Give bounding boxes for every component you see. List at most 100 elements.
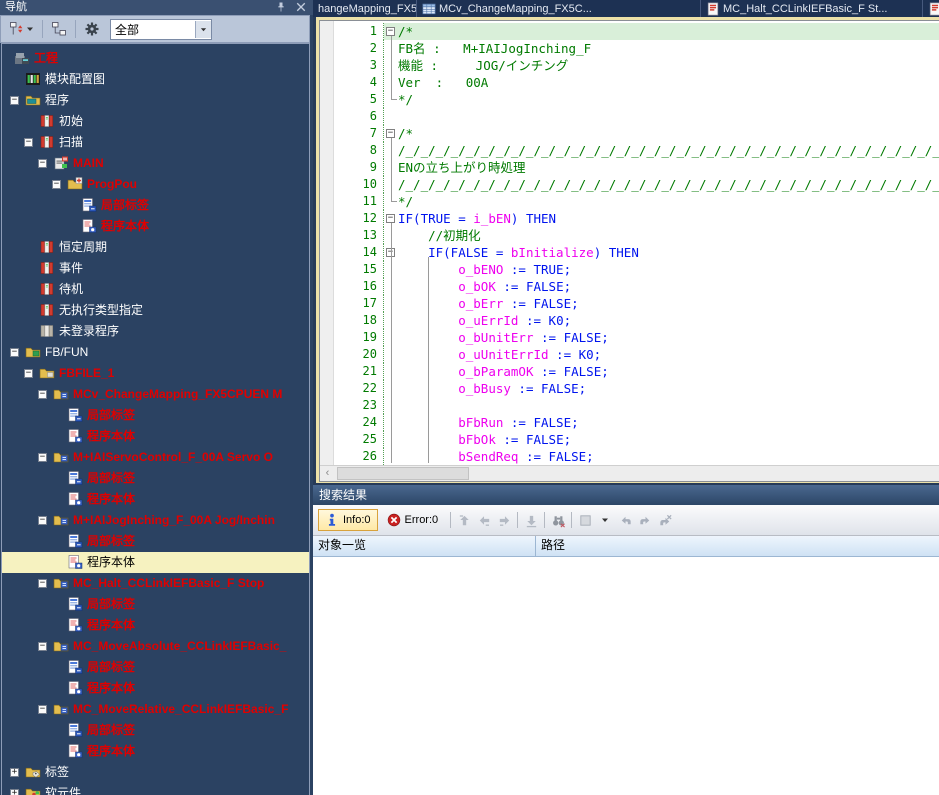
navigation-title: 导航 xyxy=(5,1,27,13)
tree-item-label: 待机 xyxy=(59,282,83,297)
tree-item[interactable]: 程序本体 xyxy=(2,489,309,510)
tree-item[interactable]: 程序本体 xyxy=(2,216,309,237)
pin-icon[interactable] xyxy=(275,1,287,13)
tree-item[interactable]: 待机 xyxy=(2,279,309,300)
horizontal-scrollbar[interactable]: ‹ xyxy=(320,465,939,481)
scrollbar-thumb[interactable] xyxy=(337,467,469,480)
tree-item[interactable]: −MC_Halt_CCLinkIEFBasic_F Stop xyxy=(2,573,309,594)
tree-item[interactable]: −MC_MoveAbsolute_CCLinkIEFBasic_ xyxy=(2,636,309,657)
tree-item[interactable]: 局部标签 xyxy=(2,657,309,678)
jump-forward-icon[interactable] xyxy=(494,510,514,530)
st-editor: 1−/*2FB名 : M+IAIJogInching_F3機能 : JOG/イン… xyxy=(319,20,939,482)
collapse-box-icon[interactable]: − xyxy=(38,390,47,399)
code-line: 15 o_bENO := TRUE; xyxy=(334,261,939,278)
collapse-box-icon[interactable]: − xyxy=(38,705,47,714)
dropdown-arrow-button[interactable] xyxy=(195,21,211,38)
column-header-path[interactable]: 路径 xyxy=(536,536,939,556)
tree-display-options-button[interactable] xyxy=(5,18,38,40)
search-results-body[interactable] xyxy=(313,557,939,795)
tree-item[interactable]: 局部标签 xyxy=(2,594,309,615)
tree-item[interactable]: 工程 xyxy=(2,48,309,69)
tree-item[interactable]: 局部标签 xyxy=(2,531,309,552)
tree-item[interactable]: −程序 xyxy=(2,90,309,111)
fold-collapse-icon[interactable]: − xyxy=(386,129,395,138)
tree-item[interactable]: 局部标签 xyxy=(2,720,309,741)
tree-item[interactable]: −MC_MoveRelative_CCLinkIEFBasic_F xyxy=(2,699,309,720)
document-tab[interactable]: MC_Halt_CCLinkIEFBasic_F St... xyxy=(701,0,923,17)
collapse-box-icon[interactable]: − xyxy=(38,516,47,525)
tree-item-label: 事件 xyxy=(59,261,83,276)
tree-item-label: 局部标签 xyxy=(87,408,135,423)
tree-item[interactable]: 局部标签 xyxy=(2,468,309,489)
settings-button[interactable] xyxy=(80,18,104,40)
error-filter-button[interactable]: Error:0 xyxy=(380,509,446,531)
tree-item[interactable]: 程序本体 xyxy=(2,552,309,573)
tree-item[interactable]: 程序本体 xyxy=(2,615,309,636)
program-body-icon xyxy=(67,428,83,444)
collapse-box-icon[interactable]: − xyxy=(38,642,47,651)
tree-item[interactable]: −MCv_ChangeMapping_FX5CPUEN M xyxy=(2,384,309,405)
tree-item[interactable]: 程序本体 xyxy=(2,741,309,762)
code-line: 12−IF(TRUE = i_bEN) THEN xyxy=(334,210,939,227)
code-line: 13 //初期化 xyxy=(334,227,939,244)
tree-item[interactable]: −M+IAIJogInching_F_00A Jog/Inchin xyxy=(2,510,309,531)
st-editor-window: 1−/*2FB名 : M+IAIJogInching_F3機能 : JOG/イン… xyxy=(316,17,939,483)
column-header-object-list[interactable]: 对象一览 xyxy=(313,536,536,556)
close-icon[interactable] xyxy=(295,1,307,13)
fold-collapse-icon[interactable]: − xyxy=(386,214,395,223)
caret-down-icon[interactable] xyxy=(595,510,615,530)
tree-item[interactable]: 恒定周期 xyxy=(2,237,309,258)
tree-item-label: 扫描 xyxy=(59,135,83,150)
tree-item[interactable]: −ProgPou xyxy=(2,174,309,195)
jump-last-icon[interactable] xyxy=(521,510,541,530)
tree-item[interactable]: − 扫描 xyxy=(2,132,309,153)
collapse-box-icon[interactable]: − xyxy=(10,96,19,105)
stop-find-icon[interactable] xyxy=(655,510,675,530)
find-icon[interactable] xyxy=(548,510,568,530)
line-number: 7 xyxy=(334,125,384,142)
collapse-all-button[interactable] xyxy=(47,18,71,40)
tree-filter-dropdown[interactable]: 全部 xyxy=(110,19,212,40)
tree-item[interactable]: −M+IAIServoControl_F_00A Servo O xyxy=(2,447,309,468)
tree-item[interactable]: +软元件 xyxy=(2,783,309,795)
tree-item[interactable]: 无执行类型指定 xyxy=(2,300,309,321)
collapse-box-icon[interactable]: − xyxy=(38,579,47,588)
tree-item[interactable]: −FBFILE_1 xyxy=(2,363,309,384)
tree-item[interactable]: 模块配置图 xyxy=(2,69,309,90)
collapse-box-icon[interactable]: − xyxy=(10,348,19,357)
line-number: 17 xyxy=(334,295,384,312)
tree-item[interactable]: 程序本体 xyxy=(2,678,309,699)
tree-item[interactable]: 局部标签 xyxy=(2,195,309,216)
collapse-box-icon[interactable]: − xyxy=(38,159,47,168)
jump-up-icon[interactable] xyxy=(454,510,474,530)
tree-item[interactable]: −MAIN xyxy=(2,153,309,174)
collapse-box-icon[interactable]: − xyxy=(24,369,33,378)
document-tab[interactable]: hangeMapping_FX5C... xyxy=(313,0,417,17)
scroll-left-arrow-icon[interactable]: ‹ xyxy=(320,466,335,481)
toolbar-separator xyxy=(517,512,518,528)
document-tab[interactable]: MCv_ChangeMapping_FX5C... xyxy=(417,0,701,17)
tree-item[interactable]: 程序本体 xyxy=(2,426,309,447)
tree-item[interactable]: 事件 xyxy=(2,258,309,279)
collapse-box-icon[interactable]: − xyxy=(52,180,61,189)
fold-collapse-icon[interactable]: − xyxy=(386,27,395,36)
gx-works3-window: 导航 全部 工程模块配置图−程序初始 − 扫描 −MAIN xyxy=(0,0,939,795)
tree-item[interactable]: 未登录程序 xyxy=(2,321,309,342)
jump-back-icon[interactable] xyxy=(474,510,494,530)
tree-item[interactable]: +标签 xyxy=(2,762,309,783)
tree-item[interactable]: 局部标签 xyxy=(2,405,309,426)
code-lines[interactable]: 1−/*2FB名 : M+IAIJogInching_F3機能 : JOG/イン… xyxy=(334,21,939,465)
code-line: 5*/ xyxy=(334,91,939,108)
expand-box-icon[interactable]: + xyxy=(10,789,19,795)
collapse-box-icon[interactable]: − xyxy=(24,138,33,147)
back-icon[interactable] xyxy=(615,510,635,530)
forward-icon[interactable] xyxy=(635,510,655,530)
local-label-icon xyxy=(67,407,83,423)
tree-item[interactable]: −FB/FUN xyxy=(2,342,309,363)
watch-icon[interactable] xyxy=(575,510,595,530)
info-filter-button[interactable]: Info:0 xyxy=(318,509,378,531)
collapse-box-icon[interactable]: − xyxy=(38,453,47,462)
expand-box-icon[interactable]: + xyxy=(10,768,19,777)
tree-item[interactable]: 初始 xyxy=(2,111,309,132)
document-tab[interactable] xyxy=(923,0,939,17)
